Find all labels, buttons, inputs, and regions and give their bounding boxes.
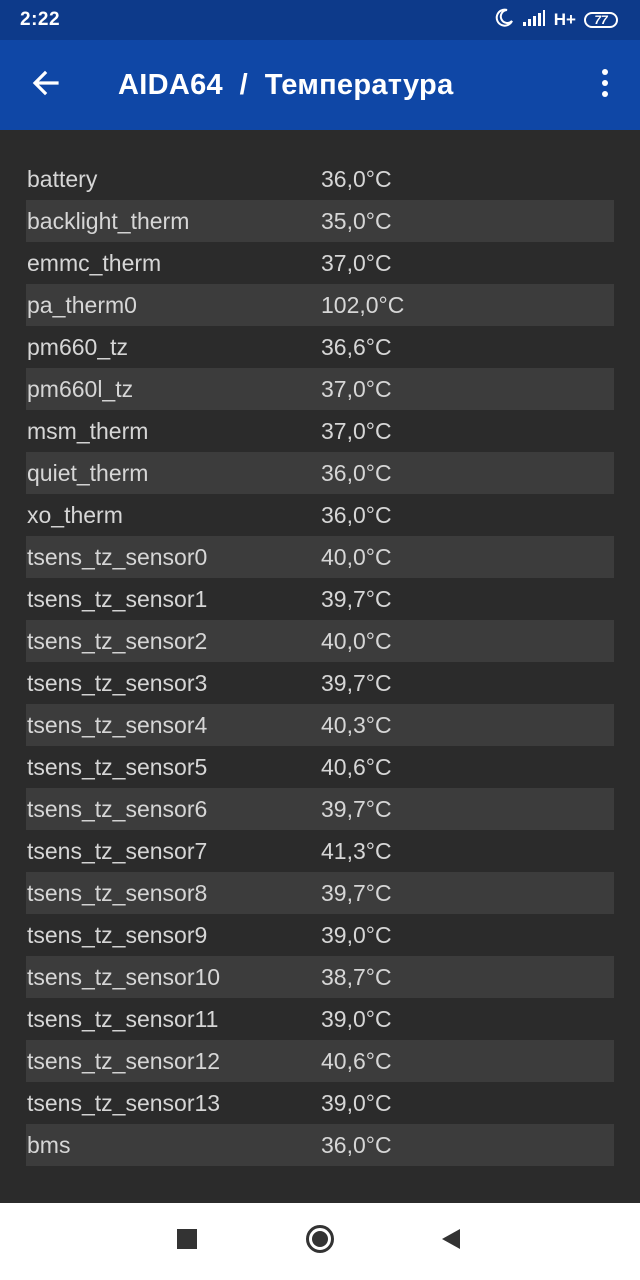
sensor-row: tsens_tz_sensor7 41,3°C bbox=[26, 830, 614, 872]
status-icons: H+ 77 bbox=[494, 8, 618, 33]
sensor-row: backlight_therm 35,0°C bbox=[26, 200, 614, 242]
page-title: AIDA64 / Температура bbox=[118, 68, 454, 101]
sensor-value: 39,7°C bbox=[321, 585, 392, 612]
sensor-row: tsens_tz_sensor0 40,0°C bbox=[26, 536, 614, 578]
sensor-value: 40,3°C bbox=[321, 711, 392, 738]
sensor-row: tsens_tz_sensor11 39,0°C bbox=[26, 998, 614, 1040]
sensor-value: 39,0°C bbox=[321, 1089, 392, 1116]
sensor-list: battery 36,0°C backlight_therm 35,0°C emmc_t… bbox=[26, 158, 614, 1166]
sensor-name: quiet_therm bbox=[27, 459, 149, 486]
network-type: H+ bbox=[553, 10, 576, 29]
sensor-name: pm660l_tz bbox=[27, 375, 134, 402]
sensor-name: tsens_tz_sensor3 bbox=[27, 669, 208, 696]
sensor-row: tsens_tz_sensor1 39,7°C bbox=[26, 578, 614, 620]
sensor-value: 102,0°C bbox=[321, 291, 405, 318]
nav-back-button[interactable] bbox=[411, 1203, 491, 1280]
sensor-name: tsens_tz_sensor13 bbox=[27, 1089, 221, 1116]
sensor-name: backlight_therm bbox=[27, 207, 190, 234]
sensor-name: tsens_tz_sensor4 bbox=[27, 711, 208, 738]
app-bar: AIDA64 / Температура bbox=[0, 40, 640, 130]
sensor-value: 40,6°C bbox=[321, 753, 392, 780]
circle-icon bbox=[305, 1224, 335, 1259]
sensor-row: tsens_tz_sensor2 40,0°C bbox=[26, 620, 614, 662]
more-vert-icon bbox=[600, 68, 610, 103]
battery-level: 77 bbox=[594, 13, 608, 27]
sensor-name: battery bbox=[27, 165, 98, 192]
navigation-bar bbox=[0, 1203, 640, 1280]
sensor-row: tsens_tz_sensor4 40,3°C bbox=[26, 704, 614, 746]
sensor-value: 35,0°C bbox=[321, 207, 392, 234]
back-button[interactable] bbox=[0, 40, 92, 130]
home-button[interactable] bbox=[280, 1203, 360, 1280]
sensor-row: msm_therm 37,0°C bbox=[26, 410, 614, 452]
sensor-value: 36,0°C bbox=[321, 459, 392, 486]
sensor-row: tsens_tz_sensor12 40,6°C bbox=[26, 1040, 614, 1082]
status-bar: 2:22 H+ 77 bbox=[0, 0, 640, 40]
sensor-name: emmc_therm bbox=[27, 249, 162, 276]
sensor-name: tsens_tz_sensor11 bbox=[27, 1005, 219, 1032]
sensor-value: 40,0°C bbox=[321, 543, 392, 570]
sensor-name: xo_therm bbox=[27, 501, 123, 528]
sensor-row: tsens_tz_sensor8 39,7°C bbox=[26, 872, 614, 914]
status-time: 2:22 bbox=[20, 9, 61, 30]
sensor-row: pa_therm0 102,0°C bbox=[26, 284, 614, 326]
sensor-value: 40,6°C bbox=[321, 1047, 392, 1074]
overflow-menu-button[interactable] bbox=[570, 40, 640, 130]
sensor-row: xo_therm 36,0°C bbox=[26, 494, 614, 536]
sensor-row: tsens_tz_sensor13 39,0°C bbox=[26, 1082, 614, 1124]
sensor-value: 39,0°C bbox=[321, 1005, 392, 1032]
sensor-name: tsens_tz_sensor8 bbox=[27, 879, 208, 906]
sensor-name: msm_therm bbox=[27, 417, 149, 444]
sensor-name: pa_therm0 bbox=[27, 291, 137, 318]
sensor-name: tsens_tz_sensor6 bbox=[27, 795, 208, 822]
sensor-value: 37,0°C bbox=[321, 417, 392, 444]
sensor-value: 39,7°C bbox=[321, 669, 392, 696]
sensor-name: tsens_tz_sensor1 bbox=[27, 585, 208, 612]
sensor-value: 39,7°C bbox=[321, 795, 392, 822]
sensor-value: 38,7°C bbox=[321, 963, 392, 990]
square-icon bbox=[177, 1229, 197, 1254]
sensor-value: 39,7°C bbox=[321, 879, 392, 906]
sensor-row: quiet_therm 36,0°C bbox=[26, 452, 614, 494]
sensor-value: 37,0°C bbox=[321, 375, 392, 402]
sensor-name: tsens_tz_sensor10 bbox=[27, 963, 221, 990]
recents-button[interactable] bbox=[147, 1203, 227, 1280]
sensor-row: tsens_tz_sensor6 39,7°C bbox=[26, 788, 614, 830]
sensor-value: 41,3°C bbox=[321, 837, 392, 864]
sensor-value: 40,0°C bbox=[321, 627, 392, 654]
sensor-name: tsens_tz_sensor2 bbox=[27, 627, 208, 654]
sensor-value: 36,0°C bbox=[321, 501, 392, 528]
sensor-value: 39,0°C bbox=[321, 921, 392, 948]
sensor-name: tsens_tz_sensor9 bbox=[27, 921, 208, 948]
sensor-row: pm660_tz 36,6°C bbox=[26, 326, 614, 368]
sensor-name: tsens_tz_sensor0 bbox=[27, 543, 208, 570]
arrow-left-icon bbox=[31, 68, 61, 103]
signal-icon bbox=[522, 9, 546, 32]
sensor-row: tsens_tz_sensor9 39,0°C bbox=[26, 914, 614, 956]
sensor-content[interactable]: battery 36,0°C backlight_therm 35,0°C emmc_t… bbox=[0, 130, 640, 1203]
sensor-value: 36,6°C bbox=[321, 333, 392, 360]
moon-icon bbox=[494, 8, 514, 33]
sensor-value: 36,0°C bbox=[321, 165, 392, 192]
sensor-value: 36,0°C bbox=[321, 1131, 392, 1158]
sensor-row: battery 36,0°C bbox=[26, 158, 614, 200]
sensor-value: 37,0°C bbox=[321, 249, 392, 276]
sensor-name: tsens_tz_sensor5 bbox=[27, 753, 208, 780]
battery-icon: 77 bbox=[584, 12, 618, 28]
sensor-row: emmc_therm 37,0°C bbox=[26, 242, 614, 284]
sensor-name: tsens_tz_sensor12 bbox=[27, 1047, 221, 1074]
sensor-name: tsens_tz_sensor7 bbox=[27, 837, 208, 864]
sensor-row: tsens_tz_sensor3 39,7°C bbox=[26, 662, 614, 704]
sensor-row: bms 36,0°C bbox=[26, 1124, 614, 1166]
triangle-back-icon bbox=[441, 1228, 461, 1255]
sensor-name: bms bbox=[27, 1131, 71, 1158]
sensor-row: tsens_tz_sensor5 40,6°C bbox=[26, 746, 614, 788]
sensor-row: tsens_tz_sensor10 38,7°C bbox=[26, 956, 614, 998]
sensor-name: pm660_tz bbox=[27, 333, 129, 360]
sensor-row: pm660l_tz 37,0°C bbox=[26, 368, 614, 410]
